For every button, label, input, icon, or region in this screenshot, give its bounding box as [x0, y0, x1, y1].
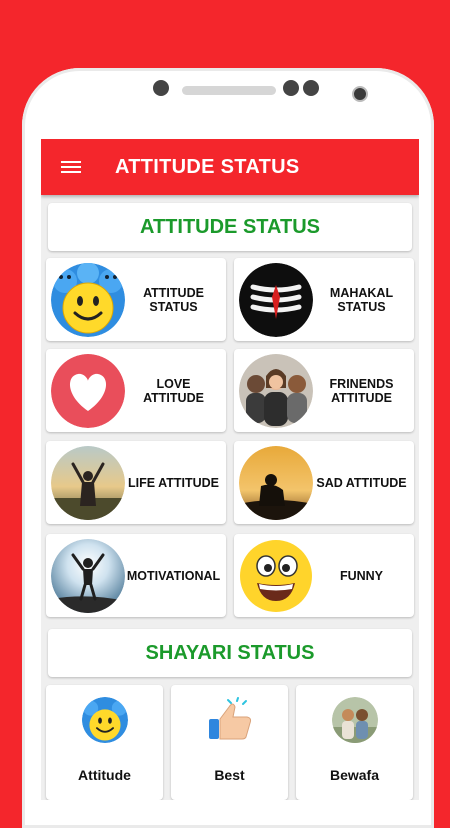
tile-label: LOVE ATTITUDE — [143, 376, 204, 405]
thumbs-up-icon — [207, 697, 253, 743]
tile-motivational[interactable]: MOTIVATIONAL — [46, 534, 226, 617]
tile-friends-attitude[interactable]: FRINENDS ATTITUDE — [234, 349, 414, 432]
tile-life-attitude[interactable]: LIFE ATTITUDE — [46, 441, 226, 524]
tile-label: MOTIVATIONAL — [126, 568, 221, 583]
shayari-tile-attitude[interactable]: Attitude — [46, 685, 163, 800]
tile-label: ATTITUDE STATUS — [143, 285, 204, 314]
smiley-crowd-icon — [51, 262, 125, 337]
shayari-tile-label: Best — [214, 767, 245, 783]
shayari-tile-best[interactable]: Best — [171, 685, 288, 800]
tile-mahakal-status[interactable]: MAHAKAL STATUS — [234, 258, 414, 341]
shayari-status-header: SHAYARI STATUS — [48, 629, 412, 677]
app-screen: ATTITUDE STATUS ATTITUDE STATUS ATTITUDE… — [41, 139, 419, 800]
tilak-icon — [239, 262, 313, 337]
hamburger-menu-icon[interactable] — [61, 159, 81, 175]
tile-label: MAHAKAL STATUS — [329, 285, 394, 314]
shayari-tile-label: Attitude — [78, 767, 131, 783]
phone-speaker — [182, 86, 276, 95]
tile-love-attitude[interactable]: LOVE ATTITUDE — [46, 349, 226, 432]
sensor-dot — [153, 80, 169, 96]
friends-photo-icon — [239, 353, 313, 428]
tile-label: SAD ATTITUDE — [316, 475, 407, 490]
heart-icon — [51, 353, 125, 428]
tile-sad-attitude[interactable]: SAD ATTITUDE — [234, 441, 414, 524]
couple-photo-icon — [331, 697, 378, 743]
shayari-tile-bewafa[interactable]: Bewafa — [296, 685, 413, 800]
shayari-tile-label: Bewafa — [329, 767, 380, 783]
front-camera — [352, 86, 368, 102]
attitude-status-header: ATTITUDE STATUS — [48, 203, 412, 251]
sad-person-icon — [239, 445, 313, 520]
tile-attitude-status[interactable]: ATTITUDE STATUS — [46, 258, 226, 341]
app-bar: ATTITUDE STATUS — [41, 139, 419, 195]
sunset-person-icon — [51, 445, 125, 520]
tile-label: LIFE ATTITUDE — [128, 475, 219, 490]
funny-smiley-icon — [239, 539, 313, 613]
tile-label: FUNNY — [339, 568, 384, 583]
smiley-crowd-icon — [81, 697, 128, 743]
app-title: ATTITUDE STATUS — [115, 155, 300, 178]
tile-label: FRINENDS ATTITUDE — [329, 376, 394, 405]
victory-person-icon — [51, 538, 125, 613]
tile-funny[interactable]: FUNNY — [234, 534, 414, 617]
sensor-dot — [303, 80, 319, 96]
sensor-dot — [283, 80, 299, 96]
